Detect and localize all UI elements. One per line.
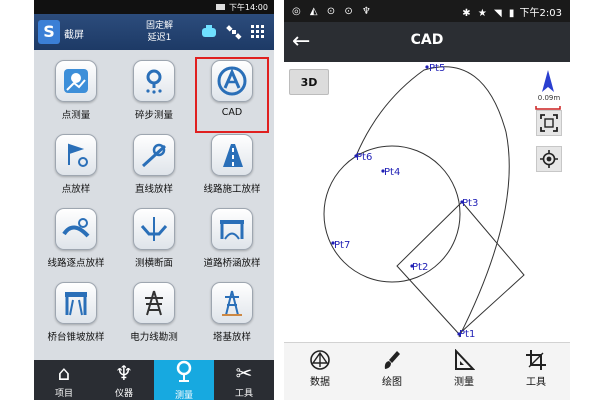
line-stakeout-icon <box>133 134 175 176</box>
tab-label: 项目 <box>54 389 73 399</box>
tile-label: 塔基放样 <box>212 332 251 343</box>
tile-label: 碎步测量 <box>134 110 173 121</box>
point-stakeout-icon <box>55 134 97 176</box>
tab-tools[interactable]: ✂ 工具 <box>214 360 274 400</box>
cad-drawing-canvas[interactable]: 3D 0.09m Pt5 Pt6 Pt4 Pt3 Pt7 Pt2 Pt1 <box>284 62 570 342</box>
tile-tower-base[interactable]: 塔基放样 <box>198 282 266 352</box>
cad-icon <box>211 60 253 102</box>
tile-label: 测横断面 <box>134 258 173 269</box>
road-point-stakeout-icon <box>55 208 97 250</box>
survey-pin-icon <box>154 360 214 388</box>
tile-label: 道路桥涵放样 <box>203 258 261 269</box>
battery-icon <box>215 4 225 10</box>
function-grid: 点测量 碎步测量 CAD 点放样 直线放样 线路施工放样 线路逐点放样 测横断面… <box>34 52 274 360</box>
left-status-bar: 下午14:00 <box>34 0 274 14</box>
tile-label: 线路逐点放样 <box>47 258 105 269</box>
point-markers: Pt5 Pt6 Pt4 Pt3 Pt7 Pt2 Pt1 <box>331 63 478 340</box>
satellite-icon[interactable] <box>226 24 242 44</box>
tile-detail-survey[interactable]: 碎步测量 <box>120 60 188 130</box>
tile-label: 桥台锥坡放样 <box>47 332 105 343</box>
tile-cross-section[interactable]: 测横断面 <box>120 208 188 278</box>
abutment-slope-icon <box>55 282 97 324</box>
road-construction-icon <box>211 134 253 176</box>
brush-icon <box>362 347 422 373</box>
tile-point-survey[interactable]: 点测量 <box>42 60 110 130</box>
tile-label: 点测量 <box>61 110 91 121</box>
bottom-tab-label: 测量 <box>454 377 474 388</box>
tab-measure[interactable]: 测量 <box>434 347 494 388</box>
tab-tools-right[interactable]: 工具 <box>506 347 566 388</box>
app-logo-icon: S <box>38 20 60 44</box>
right-status-time: 下午2:03 <box>519 7 562 19</box>
tab-label: 仪器 <box>114 389 133 399</box>
tab-label: 工具 <box>234 389 253 399</box>
gnss-fix-status: 固定解 延迟1 <box>146 20 173 44</box>
tile-power-line[interactable]: 电力线勘测 <box>120 282 188 352</box>
left-tab-bar: ⌂ 项目 ♆ 仪器 测量 ✂ 工具 <box>34 360 274 400</box>
right-bottom-toolbar: 数据 绘图 测量 工具 <box>284 342 570 400</box>
point-label-pt2: Pt2 <box>412 262 428 273</box>
tower-base-icon <box>211 282 253 324</box>
instrument-icon: ♆ <box>115 361 133 385</box>
bottom-tab-label: 绘图 <box>382 377 402 388</box>
detail-survey-icon <box>133 60 175 102</box>
left-phone-screen: 下午14:00 S 截屏 固定解 延迟1 点测量 碎步测量 CAD 点放样 直线… <box>34 0 274 400</box>
tile-road-construction[interactable]: 线路施工放样 <box>198 134 266 204</box>
bottom-tab-label: 数据 <box>310 377 330 388</box>
left-status-time: 下午14:00 <box>228 2 268 12</box>
tile-label: 点放样 <box>61 184 91 195</box>
tab-survey[interactable]: 测量 <box>154 360 214 400</box>
tile-label: 直线放样 <box>134 184 173 195</box>
bottom-tab-label: 工具 <box>526 377 546 388</box>
point-label-pt4: Pt4 <box>384 167 400 178</box>
tile-label: 电力线勘测 <box>130 332 178 343</box>
point-label-pt1: Pt1 <box>459 329 475 340</box>
status-right-cluster: ✱ ★ ◥ ▮ 下午2:03 <box>462 4 562 19</box>
bridge-culvert-icon <box>211 208 253 250</box>
point-label-pt7: Pt7 <box>334 240 350 251</box>
fix-status-label: 固定解 <box>146 21 174 31</box>
tab-project[interactable]: ⌂ 项目 <box>34 360 94 400</box>
cross-section-icon <box>133 208 175 250</box>
left-header: S 截屏 固定解 延迟1 <box>34 14 274 50</box>
measure-triangle-icon <box>434 347 494 373</box>
tile-line-stakeout[interactable]: 直线放样 <box>120 134 188 204</box>
tile-label: CAD <box>221 107 243 118</box>
tab-data[interactable]: 数据 <box>290 347 350 388</box>
point-label-pt3: Pt3 <box>462 198 478 209</box>
point-label-pt6: Pt6 <box>356 152 372 163</box>
power-line-icon <box>133 282 175 324</box>
point-label-pt5: Pt5 <box>429 63 445 74</box>
right-status-bar: ◎ ◭ ⊙ ⊙ ♆ ✱ ★ ◥ ▮ 下午2:03 <box>284 0 570 22</box>
home-icon: ⌂ <box>57 361 71 385</box>
cad-geometry: Pt5 Pt6 Pt4 Pt3 Pt7 Pt2 Pt1 <box>323 63 525 340</box>
status-indicators-icon: ✱ ★ ◥ ▮ <box>462 7 517 19</box>
menu-grid-icon[interactable] <box>250 24 266 44</box>
crop-tool-icon <box>506 347 566 373</box>
tools-icon: ✂ <box>235 361 253 385</box>
right-app-bar: ← CAD <box>284 22 570 62</box>
left-header-title[interactable]: 截屏 <box>64 26 84 41</box>
tile-cad[interactable]: CAD <box>195 57 269 133</box>
tile-point-stakeout[interactable]: 点放样 <box>42 134 110 204</box>
screenshot-root: 下午14:00 S 截屏 固定解 延迟1 点测量 碎步测量 CAD 点放样 直线… <box>0 0 600 400</box>
tile-label: 线路施工放样 <box>203 184 261 195</box>
tile-bridge-culvert[interactable]: 道路桥涵放样 <box>198 208 266 278</box>
right-phone-screen: ◎ ◭ ⊙ ⊙ ♆ ✱ ★ ◥ ▮ 下午2:03 ← CAD 3D 0.09m <box>284 0 570 400</box>
arc-entity <box>355 66 510 338</box>
tab-draw[interactable]: 绘图 <box>362 347 422 388</box>
tile-abutment-slope[interactable]: 桥台锥坡放样 <box>42 282 110 352</box>
tile-road-point-stakeout[interactable]: 线路逐点放样 <box>42 208 110 278</box>
point-survey-icon <box>55 60 97 102</box>
tab-label: 测量 <box>174 391 193 400</box>
page-title: CAD <box>410 32 444 48</box>
tab-instrument[interactable]: ♆ 仪器 <box>94 360 154 400</box>
device-icon[interactable] <box>200 24 218 44</box>
notification-icons: ◎ ◭ ⊙ ⊙ ♆ <box>292 5 374 17</box>
delay-label: 延迟1 <box>147 33 172 43</box>
data-icon <box>290 347 350 373</box>
